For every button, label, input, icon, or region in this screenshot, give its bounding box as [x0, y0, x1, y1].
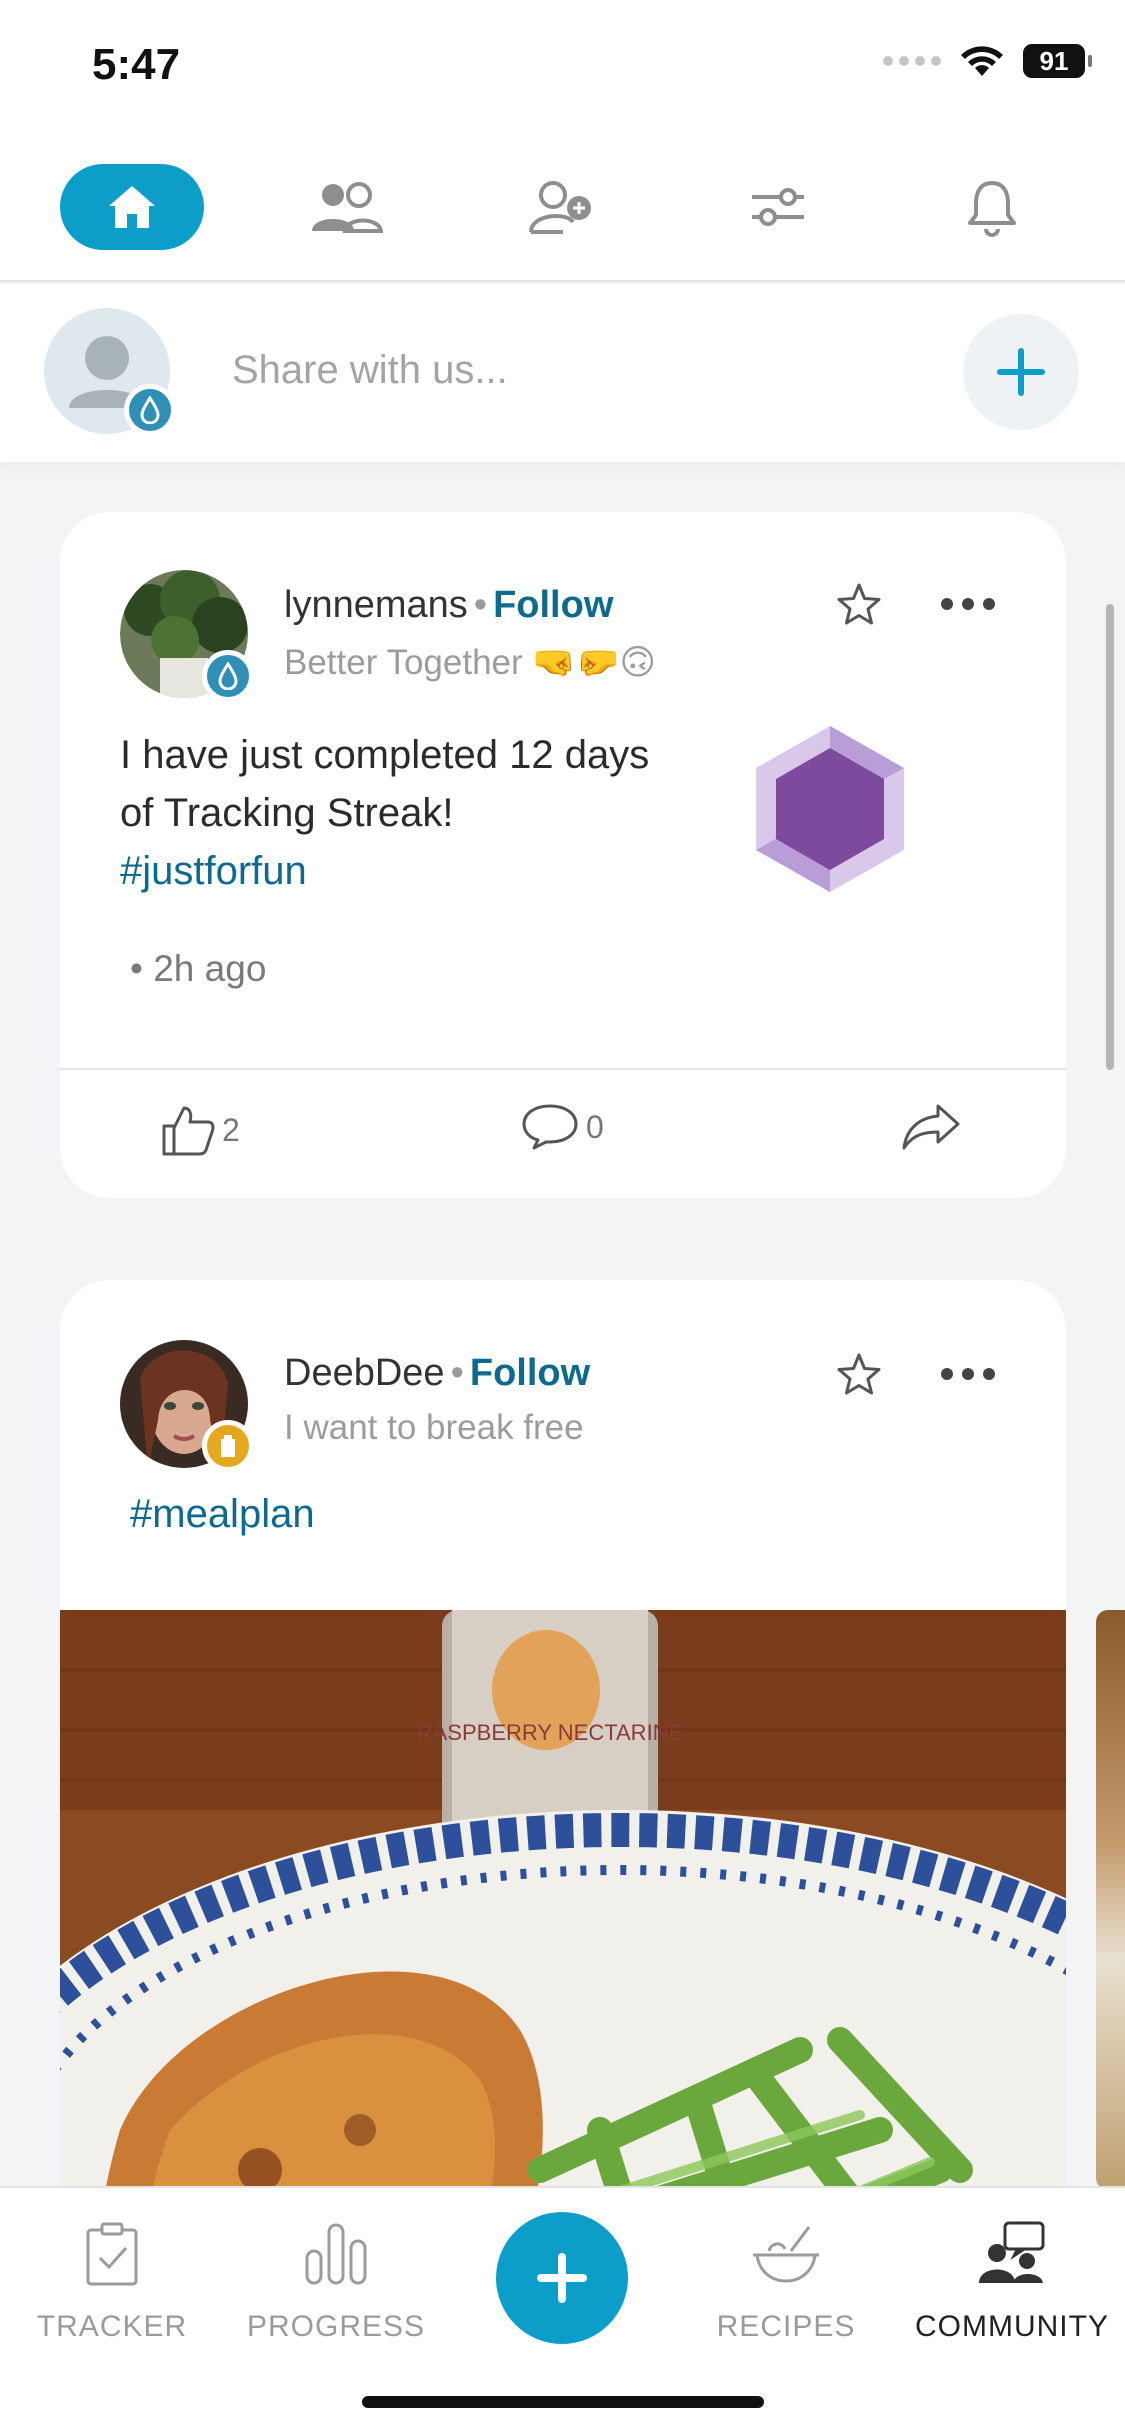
- comment-icon: [522, 1104, 578, 1150]
- comment-count: 0: [586, 1108, 604, 1145]
- nav-community[interactable]: COMMUNITY: [912, 2212, 1112, 2344]
- comment-button[interactable]: 0: [520, 1102, 604, 1152]
- scrollbar[interactable]: [1106, 604, 1114, 1070]
- post-actions-top: [836, 1352, 996, 1396]
- add-post-button[interactable]: [963, 314, 1079, 430]
- home-icon: [109, 186, 155, 228]
- author-name[interactable]: DeebDee: [284, 1352, 445, 1394]
- post-action-bar: 2 0: [60, 1070, 1066, 1198]
- post-actions-top: [836, 582, 996, 626]
- thumbs-up-icon: [162, 1106, 215, 1156]
- separator-dot: •: [450, 1352, 464, 1394]
- author-tagline: I want to break free: [284, 1408, 584, 1447]
- can-label: RASPBERRY NECTARINE: [417, 1720, 684, 1745]
- nav-recipes[interactable]: RECIPES: [686, 2212, 886, 2344]
- star-icon[interactable]: [836, 582, 882, 626]
- more-options-icon[interactable]: [940, 1367, 996, 1381]
- more-options-icon[interactable]: [940, 597, 996, 611]
- nav-tracker[interactable]: TRACKER: [12, 2212, 212, 2344]
- post-author-avatar[interactable]: [120, 1340, 254, 1472]
- post-author-line: lynnemans • Follow: [284, 584, 613, 627]
- tab-notifications[interactable]: [920, 164, 1064, 250]
- nav-recipes-label: RECIPES: [716, 2310, 856, 2343]
- people-icon: [312, 182, 383, 233]
- bar-chart-icon: [305, 2223, 367, 2285]
- mixing-bowl-icon: [753, 2226, 819, 2283]
- water-drop-badge-icon: [124, 384, 176, 436]
- post-author-line: DeebDee • Follow: [284, 1352, 590, 1395]
- separator-dot: •: [473, 584, 488, 626]
- battery-indicator: 91: [1023, 44, 1092, 78]
- water-drop-badge-icon: [202, 650, 254, 702]
- status-bar: 5:47 91: [0, 0, 1125, 140]
- add-entry-button[interactable]: [496, 2212, 628, 2344]
- author-name[interactable]: lynnemans: [284, 584, 468, 626]
- share-input[interactable]: Share with us...: [232, 348, 508, 393]
- hashtag-link[interactable]: #mealplan: [130, 1492, 315, 1537]
- plus-icon: [997, 348, 1045, 396]
- nav-progress[interactable]: PROGRESS: [236, 2212, 436, 2344]
- share-button[interactable]: [900, 1102, 962, 1152]
- my-avatar[interactable]: [44, 308, 176, 436]
- member-badge-icon: [202, 1420, 254, 1472]
- clipboard-check-icon: [86, 2222, 138, 2286]
- home-indicator[interactable]: [362, 2396, 764, 2408]
- status-time: 5:47: [92, 40, 181, 89]
- star-icon[interactable]: [836, 1352, 882, 1396]
- streak-badge-icon: [756, 726, 904, 892]
- author-tagline: Better Together 🤜🤛🙃: [284, 643, 657, 682]
- nav-community-label: COMMUNITY: [915, 2310, 1109, 2343]
- like-button[interactable]: 2: [160, 1102, 240, 1158]
- tab-add-friend[interactable]: [490, 164, 634, 250]
- post-author-avatar[interactable]: [120, 570, 254, 702]
- share-composer: Share with us...: [0, 284, 1125, 462]
- nav-progress-label: PROGRESS: [246, 2310, 426, 2343]
- like-count: 2: [222, 1111, 240, 1148]
- follow-button[interactable]: Follow: [470, 1352, 590, 1394]
- add-person-icon: [529, 181, 591, 234]
- community-chat-icon: [979, 2221, 1045, 2283]
- share-arrow-icon: [902, 1104, 960, 1150]
- plus-icon: [537, 2253, 587, 2303]
- post-card: lynnemans • Follow Better Together 🤜🤛🙃 I h…: [60, 512, 1066, 1198]
- tab-groups[interactable]: [274, 164, 418, 250]
- tab-filters[interactable]: [706, 164, 850, 250]
- bell-icon: [968, 181, 1016, 237]
- tab-home[interactable]: [60, 164, 204, 250]
- hashtag-link[interactable]: #justforfun: [120, 849, 307, 893]
- follow-button[interactable]: Follow: [493, 584, 613, 626]
- cellular-signal-icon: [883, 56, 941, 66]
- sliders-icon: [752, 188, 804, 226]
- wifi-icon: [961, 46, 1003, 76]
- post-timestamp: • 2h ago: [130, 948, 267, 989]
- next-photo-peek[interactable]: [1096, 1610, 1125, 2190]
- status-indicators: 91: [883, 44, 1092, 78]
- nav-tracker-label: TRACKER: [36, 2310, 188, 2343]
- post-text: I have just completed 12 days of Trackin…: [120, 733, 650, 835]
- top-navigation: [0, 140, 1125, 282]
- post-body: I have just completed 12 days of Trackin…: [120, 726, 680, 900]
